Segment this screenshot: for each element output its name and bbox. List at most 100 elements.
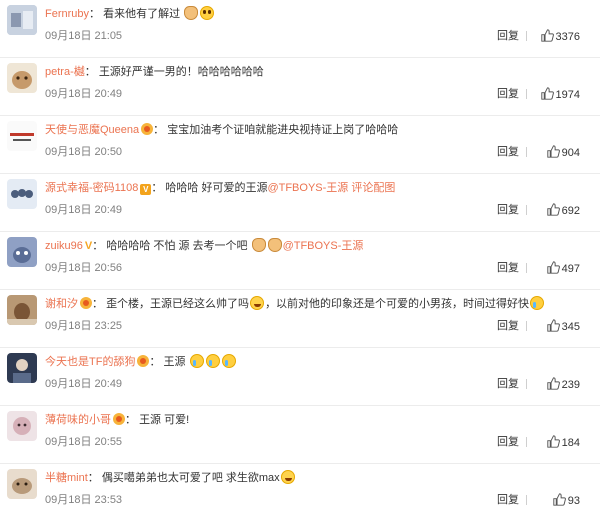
divider [526,31,527,41]
comment-item: 天使与恶魔Queena ： 宝宝加油考个证咱就能进央视持证上岗了哈哈哈 09月18… [0,116,600,174]
divider [526,205,527,215]
like-button[interactable]: 1974 [540,87,580,101]
reply-button[interactable]: 回复 [497,145,519,159]
avatar[interactable] [7,295,37,325]
like-button[interactable]: 692 [546,203,580,217]
comment-item: Fernruby： 看来他有了解过 09月18日 21:05 回复 3376 [0,0,600,58]
avatar[interactable] [7,411,37,441]
avatar[interactable] [7,353,37,383]
comment-date: 09月18日 20:49 [45,378,123,390]
comment-date: 09月18日 20:49 [45,88,123,100]
like-count: 1974 [555,89,580,101]
vip-badge-icon: V [140,184,152,195]
username[interactable]: 半糖mint [45,472,88,484]
reply-button[interactable]: 回复 [497,87,519,101]
cry-emoji-icon [221,354,236,368]
like-button[interactable]: 184 [546,435,580,449]
like-count: 497 [561,263,580,275]
like-button[interactable]: 93 [553,493,580,507]
avatar[interactable] [7,121,37,151]
like-button[interactable]: 239 [546,377,580,391]
thumbs-up-icon [546,377,560,390]
like-count: 692 [561,205,580,217]
username[interactable]: 源式幸福-密码1108 [45,182,138,194]
reply-button[interactable]: 回复 [497,29,519,43]
username[interactable]: petra-樾 [45,66,85,78]
divider [526,495,527,505]
like-count: 3376 [555,31,580,43]
thumbs-up-icon [546,435,560,448]
mention-link[interactable]: @TFBOYS-王源 [267,182,348,194]
like-count: 93 [567,495,580,507]
cry-emoji-icon [205,354,220,368]
username[interactable]: 薄荷味的小哥 [45,414,111,426]
divider [526,379,527,389]
comment-text: 宝宝加油考个证咱就能进央视持证上岗了哈哈哈 [167,124,399,136]
reply-button[interactable]: 回复 [497,377,519,391]
reply-button[interactable]: 回复 [497,261,519,275]
divider [526,321,527,331]
thumbs-up-icon [546,261,560,274]
comment-text: 哈哈哈 好可爱的王源 [165,182,268,194]
comment-text: 王源 可爱! [139,414,190,426]
comment-text: 王源好严谨一男的！哈哈哈哈哈哈 [98,66,264,78]
colon: ： [151,182,163,194]
avatar[interactable] [7,237,37,267]
avatar[interactable] [7,63,37,93]
like-button[interactable]: 3376 [540,29,580,43]
comment-date: 09月18日 23:25 [45,320,123,332]
vip-badge-icon [80,297,92,309]
comment-date: 09月18日 20:49 [45,204,123,216]
comment-list: Fernruby： 看来他有了解过 09月18日 21:05 回复 3376 p… [0,0,600,516]
like-count: 345 [561,321,580,333]
reply-button[interactable]: 回复 [497,319,519,333]
username[interactable]: Fernruby [45,8,89,20]
username[interactable]: 今天也是TF的舔狗 [45,356,135,368]
vip-badge-icon [113,413,125,425]
username[interactable]: 谢和汐 [45,298,78,310]
comment-date: 09月18日 20:55 [45,436,123,448]
colon: ： [89,8,101,20]
comment-text: 偶买噶弟弟也太可爱了吧 求生欲max [101,472,280,484]
like-button[interactable]: 497 [546,261,580,275]
avatar[interactable] [7,469,37,499]
mention-link[interactable]: @TFBOYS-王源 [283,240,364,252]
laugh-cry-emoji-icon [250,296,265,310]
like-count: 239 [561,379,580,391]
like-count: 184 [561,437,580,449]
colon: ： [92,240,104,252]
like-button[interactable]: 345 [546,319,580,333]
like-button[interactable]: 904 [546,145,580,159]
avatar[interactable] [7,179,37,209]
comment-date: 09月18日 20:56 [45,262,123,274]
vip-badge-icon [137,355,150,367]
smirk-emoji-icon [200,6,215,20]
thumbs-up-icon [546,319,560,332]
comment-item: 今天也是TF的舔狗 ： 王源 09月18日 20:49 回复 239 [0,348,600,406]
thumbs-up-icon [546,203,560,216]
cat-emoji-icon [267,238,282,252]
divider [526,437,527,447]
username[interactable]: 天使与恶魔Queena [45,124,139,136]
laugh-cry-emoji-icon [280,470,295,484]
colon: ： [84,66,96,78]
username[interactable]: zuiku96 [45,240,83,252]
cat-emoji-icon [184,6,199,20]
comment-text: 哈哈哈哈 不怕 源 去考一个吧 [106,240,248,252]
colon: ： [149,356,161,368]
divider [526,263,527,273]
comment-item: zuiku96 V： 哈哈哈哈 不怕 源 去考一个吧 @TFBOYS-王源 09月… [0,232,600,290]
thumbs-up-icon [540,87,554,100]
colon: ： [153,124,165,136]
cat-emoji-icon [251,238,266,252]
comment-text: 王源 [163,356,186,368]
reply-button[interactable]: 回复 [497,493,519,507]
reply-button[interactable]: 回复 [497,203,519,217]
comment-item: 源式幸福-密码1108 V： 哈哈哈 好可爱的王源@TFBOYS-王源 评论配图 … [0,174,600,232]
comment-date: 09月18日 20:50 [45,146,123,158]
comment-date: 09月18日 23:53 [45,494,123,506]
comment-image-link[interactable]: 评论配图 [351,182,395,194]
comment-text: 歪个楼，王源已经这么帅了吗 [106,298,250,310]
reply-button[interactable]: 回复 [497,435,519,449]
avatar[interactable] [7,5,37,35]
